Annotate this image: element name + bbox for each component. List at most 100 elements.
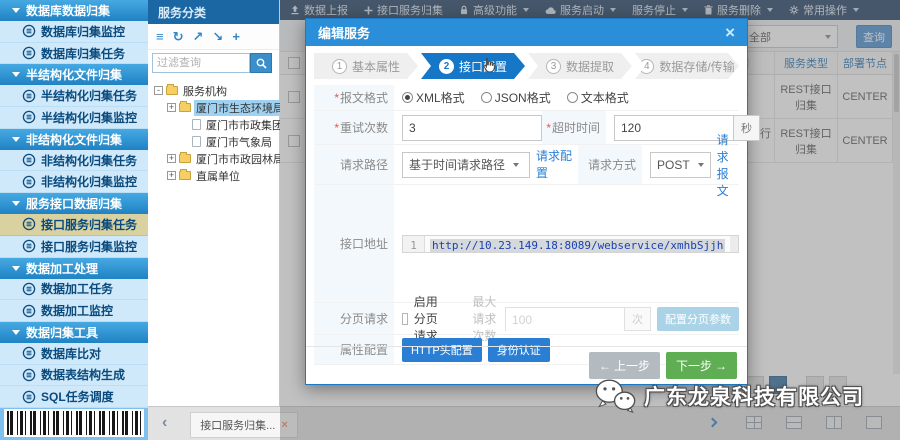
tab-scroll-left-icon[interactable]: ‹	[162, 414, 167, 432]
request-path-select[interactable]: 基于时间请求路径	[402, 152, 530, 178]
step-interface-config[interactable]: 2 接口配置	[421, 53, 525, 79]
list-circle-icon	[22, 217, 36, 231]
sidebar-item[interactable]: SQL任务调度	[0, 386, 148, 408]
step-data-storage[interactable]: 4 数据存储/传输	[635, 53, 739, 79]
sidebar-group-header[interactable]: 非结构化文件归集	[0, 129, 148, 150]
tree-node-label: 厦门市生态环境局	[194, 100, 286, 116]
sidebar-item[interactable]: 半结构化归集监控	[0, 107, 148, 129]
tree-expander-icon[interactable]: +	[167, 154, 176, 163]
sidebar-group-label: 数据加工处理	[26, 260, 98, 277]
list-circle-icon	[22, 89, 36, 103]
tree-node-row[interactable]: + 厦门市市政园林局	[167, 150, 277, 167]
expand-icon[interactable]: ↗	[193, 30, 204, 43]
search-button[interactable]	[250, 53, 272, 73]
sidebar-item[interactable]: 数据库归集监控	[0, 21, 148, 43]
sidebar-group-items: 接口服务归集任务 接口服务归集监控	[0, 214, 148, 257]
timeout-label: * 超时时间	[542, 111, 606, 144]
step-data-extraction[interactable]: 3 数据提取	[528, 53, 632, 79]
list-circle-icon	[22, 282, 36, 296]
sidebar-item[interactable]: 数据库归集任务	[0, 43, 148, 65]
sidebar-item[interactable]: 非结构化归集任务	[0, 150, 148, 172]
sidebar-item[interactable]: 数据库比对	[0, 343, 148, 365]
sidebar-group-items: 半结构化归集任务 半结构化归集监控	[0, 85, 148, 128]
radio-text-format[interactable]: 文本格式	[567, 89, 629, 106]
sidebar-item[interactable]: 非结构化归集监控	[0, 171, 148, 193]
sidebar-group-header[interactable]: 半结构化文件归集	[0, 64, 148, 85]
dialog-title: 编辑服务	[318, 23, 370, 42]
form-row-format: * 报文格式 XML格式 JSON格式 文本格式	[314, 85, 739, 111]
refresh-icon[interactable]: ↻	[173, 30, 184, 43]
step-basic-properties[interactable]: 1 基本属性	[314, 53, 418, 79]
url-code-editor[interactable]: 1 http://10.23.149.18:8089/webservice/xm…	[402, 235, 739, 253]
sidebar-item[interactable]: 接口服务归集任务	[0, 214, 148, 236]
sidebar-group: 服务接口数据归集 接口服务归集任务 接口服务归集监控	[0, 193, 148, 257]
tree-node-label: 厦门市气象局	[204, 134, 274, 150]
max-requests-unit: 次	[624, 308, 650, 330]
previous-step-button[interactable]: ← 上一步	[589, 352, 660, 379]
sidebar-item[interactable]: 接口服务归集监控	[0, 236, 148, 258]
sidebar-item[interactable]: 数据加工监控	[0, 300, 148, 322]
sidebar-group-label: 非结构化文件归集	[26, 131, 122, 148]
tree-expander-icon[interactable]: +	[167, 103, 176, 112]
request-method-select[interactable]: POST	[650, 152, 711, 178]
retry-count-input[interactable]	[402, 115, 542, 141]
close-icon[interactable]: ×	[725, 24, 735, 41]
tree-node-label: 服务机构	[181, 83, 229, 99]
tree-node: 厦门市气象局	[180, 133, 277, 150]
dialog-body: * 报文格式 XML格式 JSON格式 文本格式 * 重试次数	[306, 85, 747, 365]
step-number: 3	[546, 59, 561, 74]
tree-node-row[interactable]: 厦门市市政集团	[180, 116, 277, 133]
sidebar-item[interactable]: 数据加工任务	[0, 279, 148, 301]
configure-paging-button[interactable]: 配置分页参数	[657, 307, 739, 331]
editor-scrollbar[interactable]	[730, 236, 738, 252]
max-requests-input[interactable]	[506, 308, 624, 332]
barcode	[4, 409, 144, 437]
arrow-right-icon: →	[715, 359, 727, 373]
sidebar-item[interactable]: 数据表结构生成	[0, 365, 148, 387]
tree-node-row[interactable]: 厦门市气象局	[180, 133, 277, 150]
sidebar-item-label: SQL任务调度	[41, 388, 114, 405]
sidebar-group-items: 非结构化归集任务 非结构化归集监控	[0, 150, 148, 193]
next-step-button[interactable]: 下一步 →	[666, 352, 737, 379]
step-label: 基本属性	[352, 58, 400, 75]
sidebar-group-header[interactable]: 服务接口数据归集	[0, 193, 148, 214]
tree-expander-icon[interactable]: +	[167, 171, 176, 180]
tree-expander-icon[interactable]: -	[154, 86, 163, 95]
dialog-footer: ← 上一步 下一步 →	[306, 346, 747, 384]
step-number: 4	[639, 59, 654, 74]
enable-paging-checkbox[interactable]	[402, 313, 408, 325]
sidebar-group: 数据加工处理 数据加工任务 数据加工监控	[0, 258, 148, 322]
step-label: 数据存储/传输	[659, 58, 734, 75]
sidebar-item-label: 非结构化归集任务	[41, 152, 137, 169]
sidebar-item-label: 数据加工任务	[41, 280, 113, 297]
list-circle-icon	[22, 46, 36, 60]
tree-node-row[interactable]: + 厦门市生态环境局	[167, 99, 277, 116]
radio-icon	[567, 92, 578, 103]
add-icon[interactable]: +	[232, 30, 240, 43]
radio-json-format[interactable]: JSON格式	[481, 89, 551, 106]
category-search-bar	[148, 50, 279, 76]
tree-node: + 厦门市市政园林局	[167, 150, 277, 167]
tree-node-row[interactable]: - 服务机构	[154, 82, 277, 99]
chevron-down-icon	[12, 330, 20, 335]
filter-search-input[interactable]	[152, 53, 250, 73]
request-config-link[interactable]: 请求配置	[536, 148, 578, 180]
sidebar-group-header[interactable]: 数据加工处理	[0, 258, 148, 279]
collapse-icon[interactable]: ↘	[212, 30, 223, 43]
org-tree: - 服务机构 + 厦门市生态环境局 厦门市市政集团 厦门市气象局 + 厦门市市政	[148, 76, 279, 184]
sidebar-group-label: 半结构化文件归集	[26, 66, 122, 83]
sidebar-group-label: 数据库数据归集	[26, 2, 110, 19]
sidebar-group-header[interactable]: 数据归集工具	[0, 322, 148, 343]
sidebar-item-label: 半结构化归集任务	[41, 87, 137, 104]
sidebar-group: 数据归集工具 数据库比对 数据表结构生成 SQL任务调度	[0, 322, 148, 408]
radio-icon	[481, 92, 492, 103]
tree-node-row[interactable]: + 直属单位	[167, 167, 277, 184]
request-method-label: 请求方式	[578, 145, 642, 184]
app-window: 数据库数据归集 数据库归集监控 数据库归集任务 半结构化文件归集 半结构化归集任…	[0, 0, 900, 440]
sidebar-group-label: 服务接口数据归集	[26, 195, 122, 212]
sidebar-item[interactable]: 半结构化归集任务	[0, 85, 148, 107]
sidebar-group-header[interactable]: 数据库数据归集	[0, 0, 148, 21]
radio-xml-format[interactable]: XML格式	[402, 89, 465, 106]
list-icon[interactable]: ≡	[156, 30, 164, 43]
list-circle-icon	[22, 304, 36, 318]
